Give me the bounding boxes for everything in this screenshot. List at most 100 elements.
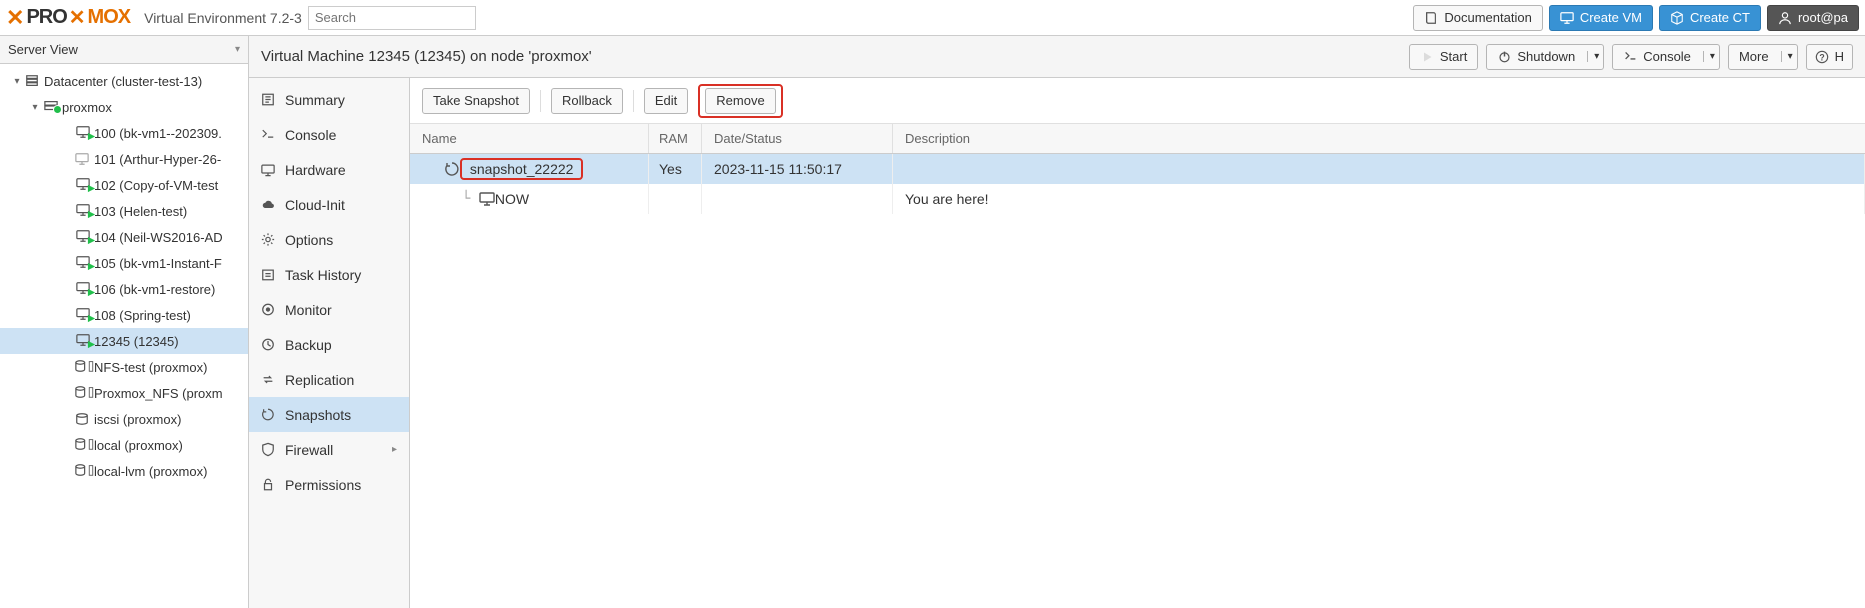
column-header-ram[interactable]: RAM bbox=[649, 124, 702, 153]
create-ct-button[interactable]: Create CT bbox=[1659, 5, 1761, 31]
vm-tab-backup[interactable]: Backup bbox=[249, 327, 409, 362]
tree-item-label: Datacenter (cluster-test-13) bbox=[44, 74, 202, 89]
create-vm-button[interactable]: Create VM bbox=[1549, 5, 1653, 31]
resource-tree: ▾Datacenter (cluster-test-13) ▾ proxmox 100… bbox=[0, 64, 248, 608]
tree-item[interactable]: 12345 (12345) bbox=[0, 328, 248, 354]
vm-tab-label: Console bbox=[285, 127, 336, 143]
vm-tab-list: Summary Console HardwareCloud-InitOptions T… bbox=[249, 78, 410, 608]
cell-name: └ NOW bbox=[410, 184, 649, 214]
power-icon bbox=[1497, 50, 1511, 64]
tree-item[interactable]: ▾Datacenter (cluster-test-13) bbox=[0, 68, 248, 94]
chevron-down-icon: ▾ bbox=[1703, 51, 1715, 62]
view-selector[interactable]: Server View ▾ bbox=[0, 36, 248, 64]
sidebar: Server View ▾ ▾Datacenter (cluster-test-… bbox=[0, 36, 249, 608]
create-vm-label: Create VM bbox=[1580, 10, 1642, 25]
vm-on-icon bbox=[74, 203, 94, 220]
logo-x-icon: ✕ bbox=[6, 5, 24, 31]
help-button[interactable]: ? H bbox=[1806, 44, 1853, 70]
console-icon bbox=[261, 128, 275, 142]
tree-item[interactable]: local-lvm (proxmox) bbox=[0, 458, 248, 484]
user-menu-button[interactable]: root@pa bbox=[1767, 5, 1859, 31]
vm-tab-replication[interactable]: Replication bbox=[249, 362, 409, 397]
tree-item[interactable]: 100 (bk-vm1--202309. bbox=[0, 120, 248, 146]
tree-item-label: 105 (bk-vm1-Instant-F bbox=[94, 256, 222, 271]
environment-label: Virtual Environment 7.2-3 bbox=[138, 10, 308, 26]
tree-item-label: 100 (bk-vm1--202309. bbox=[94, 126, 222, 141]
rollback-button[interactable]: Rollback bbox=[551, 88, 623, 114]
cube-icon bbox=[1670, 11, 1684, 25]
datacenter-icon bbox=[24, 74, 44, 88]
snapshots-icon bbox=[261, 408, 275, 422]
tree-item[interactable]: local (proxmox) bbox=[0, 432, 248, 458]
tree-item[interactable]: 101 (Arthur-Hyper-26- bbox=[0, 146, 248, 172]
vm-tab-firewall[interactable]: Firewall▸ bbox=[249, 432, 409, 467]
column-header-date[interactable]: Date/Status bbox=[702, 124, 893, 153]
node-icon bbox=[42, 99, 62, 116]
tree-item[interactable]: NFS-test (proxmox) bbox=[0, 354, 248, 380]
snapshot-toolbar: Take Snapshot Rollback Edit Remove bbox=[410, 78, 1865, 124]
help-icon: ? bbox=[1815, 50, 1829, 64]
tree-item-label: 102 (Copy-of-VM-test bbox=[94, 178, 218, 193]
permissions-icon bbox=[261, 478, 275, 492]
monitor-icon bbox=[261, 303, 275, 317]
column-header-description[interactable]: Description bbox=[893, 124, 1865, 153]
documentation-button[interactable]: Documentation bbox=[1413, 5, 1542, 31]
more-button[interactable]: More ▾ bbox=[1728, 44, 1798, 70]
vm-tab-task-history[interactable]: Task History bbox=[249, 257, 409, 292]
vm-tab-options[interactable]: Options bbox=[249, 222, 409, 257]
expand-icon: ▾ bbox=[28, 102, 42, 113]
start-button[interactable]: Start bbox=[1409, 44, 1478, 70]
vm-tab-snapshots[interactable]: Snapshots bbox=[249, 397, 409, 432]
tree-item[interactable]: 108 (Spring-test) bbox=[0, 302, 248, 328]
search-input[interactable] bbox=[308, 6, 476, 30]
book-icon bbox=[1424, 11, 1438, 25]
cell-ram bbox=[649, 184, 702, 214]
snapshot-panel: Take Snapshot Rollback Edit Remove bbox=[410, 78, 1865, 608]
tree-item[interactable]: iscsi (proxmox) bbox=[0, 406, 248, 432]
edit-button[interactable]: Edit bbox=[644, 88, 688, 114]
column-header-name[interactable]: Name bbox=[410, 124, 649, 153]
vm-tab-label: Task History bbox=[285, 267, 361, 283]
tree-item-label: NFS-test (proxmox) bbox=[94, 360, 207, 375]
tree-item[interactable]: 106 (bk-vm1-restore) bbox=[0, 276, 248, 302]
tree-item[interactable]: 105 (bk-vm1-Instant-F bbox=[0, 250, 248, 276]
page-title: Virtual Machine 12345 (12345) on node 'p… bbox=[261, 48, 592, 65]
tree-item-label: 12345 (12345) bbox=[94, 334, 179, 349]
hardware-icon bbox=[261, 163, 275, 177]
vm-tab-permissions[interactable]: Permissions bbox=[249, 467, 409, 502]
tree-item[interactable]: 102 (Copy-of-VM-test bbox=[0, 172, 248, 198]
snapshot-row[interactable]: └ NOWYou are here! bbox=[410, 184, 1865, 214]
remove-button[interactable]: Remove bbox=[705, 88, 775, 114]
tree-item[interactable]: 104 (Neil-WS2016-AD bbox=[0, 224, 248, 250]
tree-item[interactable]: 103 (Helen-test) bbox=[0, 198, 248, 224]
vm-tab-label: Summary bbox=[285, 92, 345, 108]
tree-item-label: proxmox bbox=[62, 100, 112, 115]
replication-icon bbox=[261, 373, 275, 387]
vm-on-icon bbox=[74, 229, 94, 246]
take-snapshot-button[interactable]: Take Snapshot bbox=[422, 88, 530, 114]
vm-tab-cloud-init[interactable]: Cloud-Init bbox=[249, 187, 409, 222]
snapshot-row[interactable]: snapshot_22222 Yes2023-11-15 11:50:17 bbox=[410, 154, 1865, 184]
storage-icon bbox=[74, 385, 94, 402]
summary-icon bbox=[261, 93, 275, 107]
vm-on-icon bbox=[74, 177, 94, 194]
vm-tab-console[interactable]: Console bbox=[249, 117, 409, 152]
tree-item-label: 108 (Spring-test) bbox=[94, 308, 191, 323]
user-label: root@pa bbox=[1798, 10, 1848, 25]
tree-item-label: iscsi (proxmox) bbox=[94, 412, 181, 427]
shutdown-button[interactable]: Shutdown ▾ bbox=[1486, 44, 1604, 70]
edit-label: Edit bbox=[655, 93, 677, 108]
snapshot-name: NOW bbox=[495, 191, 529, 207]
toolbar-separator bbox=[540, 90, 541, 112]
vm-tab-summary[interactable]: Summary bbox=[249, 82, 409, 117]
tree-item[interactable]: Proxmox_NFS (proxm bbox=[0, 380, 248, 406]
vm-tab-label: Firewall bbox=[285, 442, 333, 458]
options-icon bbox=[261, 233, 275, 247]
vm-tab-hardware[interactable]: Hardware bbox=[249, 152, 409, 187]
tree-item[interactable]: ▾ proxmox bbox=[0, 94, 248, 120]
vm-tab-label: Replication bbox=[285, 372, 354, 388]
console-button[interactable]: Console ▾ bbox=[1612, 44, 1720, 70]
snapshot-icon bbox=[444, 161, 460, 177]
chevron-down-icon: ▾ bbox=[1587, 51, 1599, 62]
vm-tab-monitor[interactable]: Monitor bbox=[249, 292, 409, 327]
